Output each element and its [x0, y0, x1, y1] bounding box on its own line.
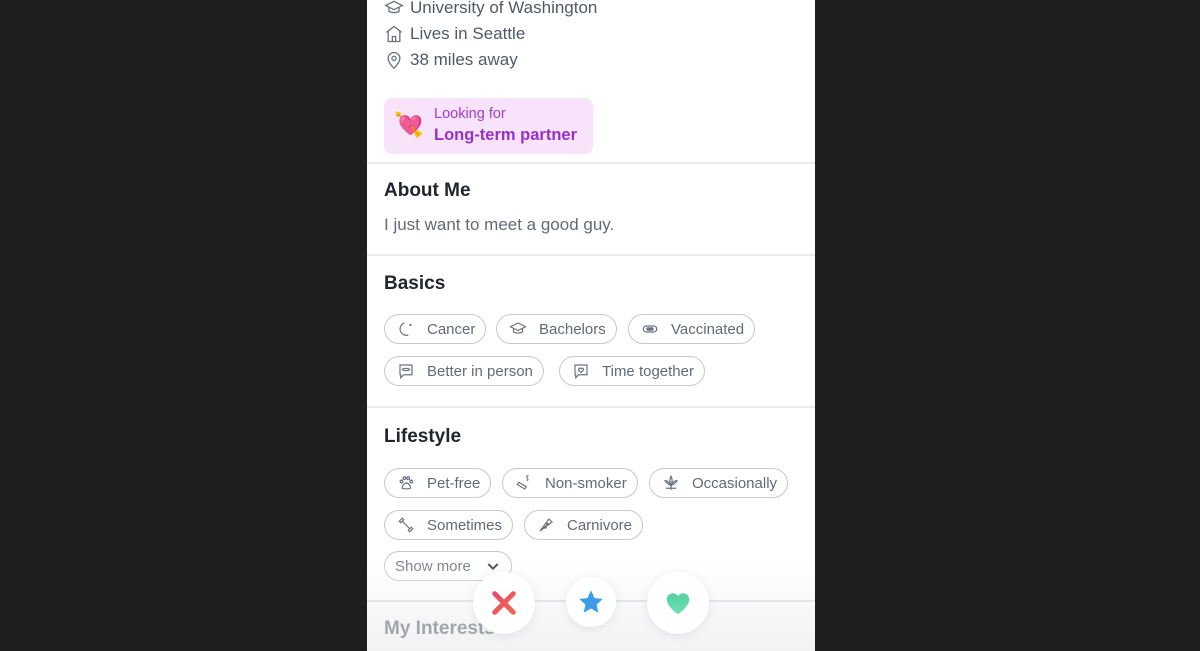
moon-icon	[399, 322, 412, 336]
chip-label: Non-smoker	[545, 474, 627, 492]
chip-label: Vaccinated	[671, 320, 745, 338]
pizza-icon	[539, 518, 553, 532]
chat-heart-icon	[574, 364, 588, 380]
dumbbell-icon	[398, 517, 414, 533]
looking-for-value: Long-term partner	[434, 126, 578, 144]
info-city: Lives in Seattle	[384, 24, 525, 44]
about-text: I just want to meet a good guy.	[384, 215, 615, 234]
graduation-cap-icon	[509, 322, 527, 334]
chip-education: Bachelors	[496, 314, 617, 344]
chip-label: Occasionally	[692, 474, 778, 492]
close-icon	[492, 591, 516, 615]
chip-pets: Pet-free	[384, 468, 492, 498]
info-school: University of Washington	[384, 0, 597, 18]
chip-zodiac: Cancer	[384, 314, 487, 344]
looking-for-label: Looking for	[434, 106, 506, 122]
chip-label: Sometimes	[427, 516, 503, 534]
profile-panel[interactable]: University of Washington Lives in Seattl…	[367, 0, 815, 651]
location-pin-icon	[387, 51, 401, 70]
chip-label: Time together	[602, 362, 694, 380]
info-text: Lives in Seattle	[410, 24, 526, 43]
chip-vaccination: Vaccinated	[628, 314, 756, 344]
chip-cannabis: Occasionally	[649, 468, 789, 498]
cannabis-leaf-icon	[663, 474, 679, 490]
info-text: 38 miles away	[410, 50, 518, 69]
divider	[367, 406, 815, 408]
lifestyle-title: Lifestyle	[384, 426, 462, 447]
chip-workout: Sometimes	[384, 510, 514, 540]
looking-for-badge: 💘 Looking for Long-term partner	[384, 98, 593, 154]
about-title: About Me	[384, 180, 471, 201]
chip-diet: Carnivore	[524, 510, 644, 540]
chip-smoking: Non-smoker	[502, 468, 638, 498]
chip-label: Cancer	[427, 320, 476, 338]
heart-arrow-icon: 💘	[394, 112, 424, 139]
info-distance: 38 miles away	[384, 50, 518, 70]
paw-icon	[399, 476, 414, 490]
divider	[367, 254, 815, 256]
chip-label: Bachelors	[539, 320, 606, 338]
chip-love-language: Time together	[559, 356, 705, 386]
star-icon	[579, 590, 603, 613]
heart-icon	[666, 593, 690, 615]
mask-icon	[642, 325, 658, 333]
chip-label: Carnivore	[567, 516, 633, 534]
super-like-button[interactable]	[566, 577, 616, 627]
chip-communication: Better in person	[384, 356, 544, 386]
like-button[interactable]	[647, 572, 709, 634]
chip-label: Better in person	[427, 362, 533, 380]
divider	[367, 162, 815, 164]
chip-label: Pet-free	[427, 474, 481, 492]
nope-button[interactable]	[473, 572, 535, 634]
house-icon	[386, 25, 402, 43]
chat-lips-icon	[399, 364, 413, 380]
basics-title: Basics	[384, 273, 446, 294]
cigarette-icon	[516, 474, 529, 490]
graduation-cap-icon	[384, 0, 404, 14]
info-text: University of Washington	[410, 0, 598, 17]
